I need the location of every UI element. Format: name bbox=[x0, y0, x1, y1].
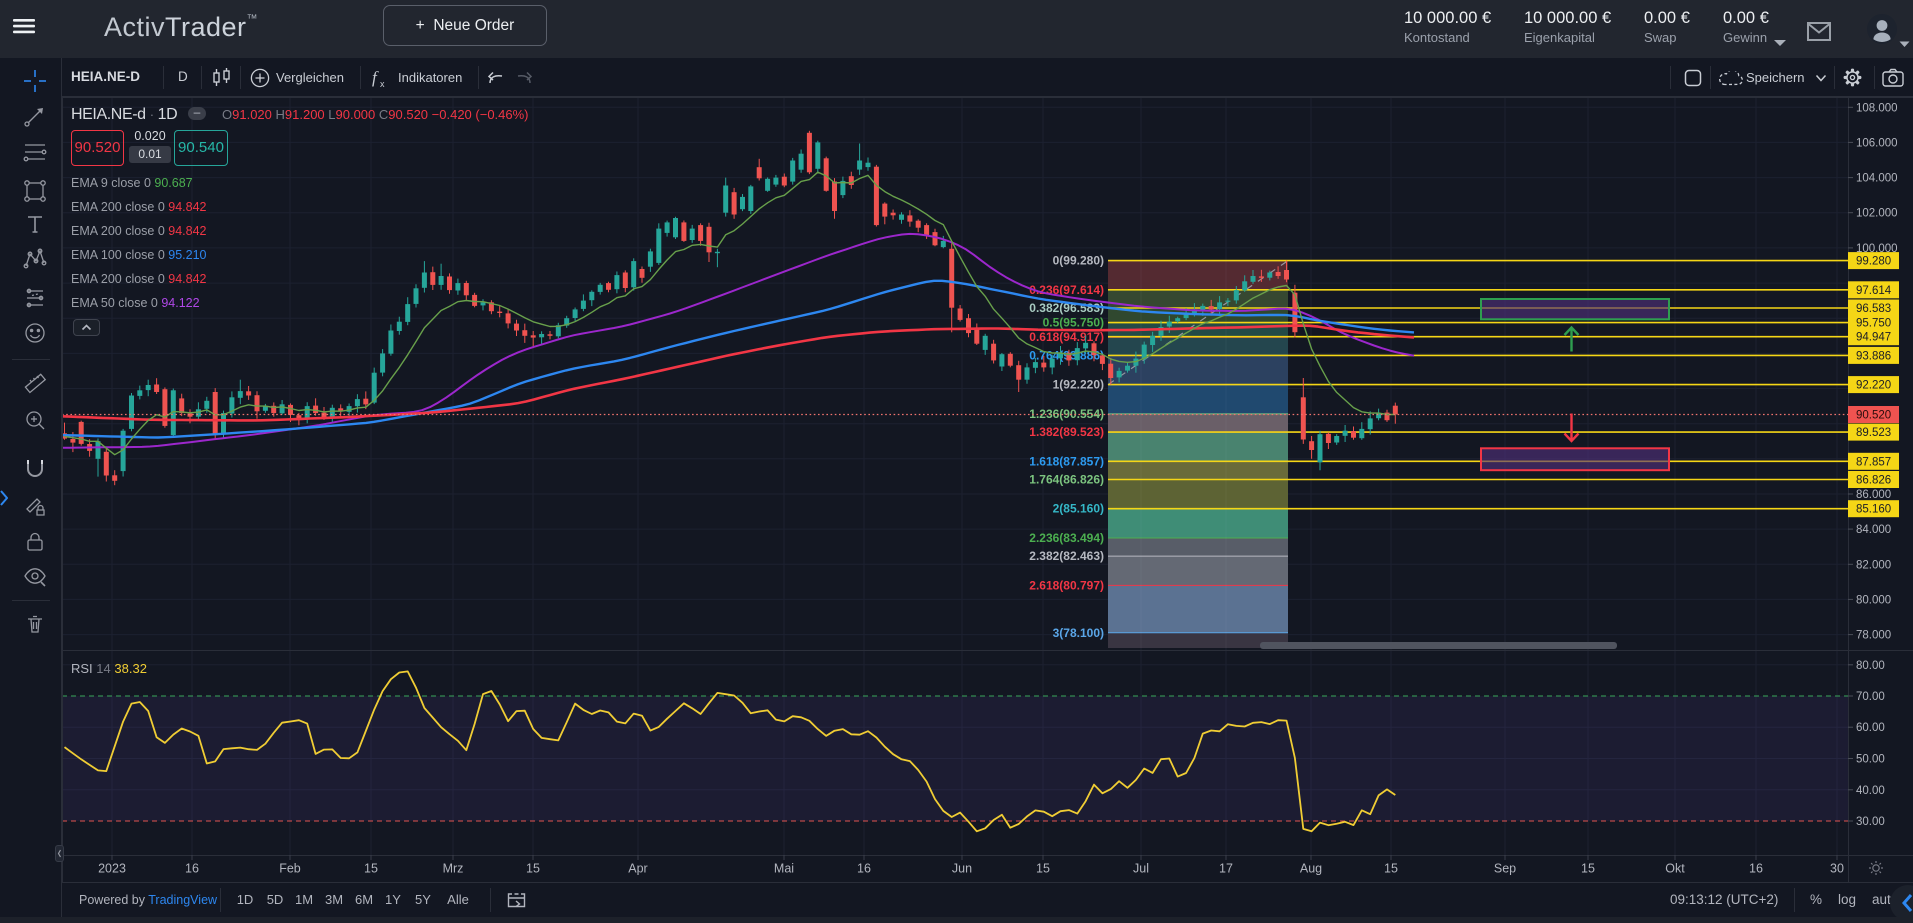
svg-text:90.520: 90.520 bbox=[1856, 410, 1891, 422]
svg-text:f: f bbox=[372, 68, 379, 87]
svg-text:80.000: 80.000 bbox=[1856, 594, 1891, 606]
svg-text:93.886: 93.886 bbox=[1856, 350, 1891, 362]
svg-text:80.00: 80.00 bbox=[1856, 660, 1885, 672]
svg-text:2(85.160): 2(85.160) bbox=[1053, 502, 1104, 516]
svg-text:Feb: Feb bbox=[279, 862, 301, 876]
svg-text:17: 17 bbox=[1219, 862, 1233, 876]
svg-text:1(92.220): 1(92.220) bbox=[1053, 378, 1104, 392]
svg-text:102.000: 102.000 bbox=[1856, 208, 1898, 220]
svg-text:0.5(95.750): 0.5(95.750) bbox=[1043, 316, 1104, 330]
svg-text:70.00: 70.00 bbox=[1856, 691, 1885, 703]
svg-text:50.00: 50.00 bbox=[1856, 754, 1885, 766]
svg-text:89.523: 89.523 bbox=[1856, 427, 1891, 439]
svg-text:1.382(89.523): 1.382(89.523) bbox=[1029, 425, 1104, 439]
svg-text:15: 15 bbox=[526, 862, 540, 876]
svg-text:2.618(80.797): 2.618(80.797) bbox=[1029, 578, 1104, 592]
svg-text:Jul: Jul bbox=[1133, 862, 1149, 876]
svg-text:2.236(83.494): 2.236(83.494) bbox=[1029, 531, 1104, 545]
svg-text:2.382(82.463): 2.382(82.463) bbox=[1029, 549, 1104, 563]
svg-text:16: 16 bbox=[857, 862, 871, 876]
svg-text:87.857: 87.857 bbox=[1856, 456, 1891, 468]
svg-text:92.220: 92.220 bbox=[1856, 380, 1891, 392]
svg-text:0.236(97.614): 0.236(97.614) bbox=[1029, 283, 1104, 297]
svg-text:15: 15 bbox=[364, 862, 378, 876]
svg-text:85.160: 85.160 bbox=[1856, 504, 1891, 516]
svg-text:16: 16 bbox=[1749, 862, 1763, 876]
svg-text:15: 15 bbox=[1036, 862, 1050, 876]
svg-text:30.00: 30.00 bbox=[1856, 816, 1885, 828]
svg-text:84.000: 84.000 bbox=[1856, 524, 1891, 536]
svg-text:x: x bbox=[380, 79, 385, 89]
svg-text:86.000: 86.000 bbox=[1856, 489, 1891, 501]
svg-text:Aug: Aug bbox=[1300, 862, 1322, 876]
svg-text:30: 30 bbox=[1830, 862, 1844, 876]
svg-text:16: 16 bbox=[185, 862, 199, 876]
svg-text:94.947: 94.947 bbox=[1856, 332, 1891, 344]
svg-text:104.000: 104.000 bbox=[1856, 173, 1898, 185]
svg-text:15: 15 bbox=[1384, 862, 1398, 876]
svg-text:3(78.100): 3(78.100) bbox=[1053, 626, 1104, 640]
svg-text:2023: 2023 bbox=[98, 862, 126, 876]
svg-text:0.618(94.917): 0.618(94.917) bbox=[1029, 330, 1104, 344]
svg-text:60.00: 60.00 bbox=[1856, 722, 1885, 734]
svg-text:Mrz: Mrz bbox=[443, 862, 464, 876]
svg-text:Apr: Apr bbox=[628, 862, 647, 876]
svg-text:40.00: 40.00 bbox=[1856, 785, 1885, 797]
svg-text:99.280: 99.280 bbox=[1856, 256, 1891, 268]
svg-text:0(99.280): 0(99.280) bbox=[1053, 254, 1104, 268]
svg-text:15: 15 bbox=[1581, 862, 1595, 876]
svg-text:78.000: 78.000 bbox=[1856, 630, 1891, 642]
svg-text:82.000: 82.000 bbox=[1856, 559, 1891, 571]
svg-text:Mai: Mai bbox=[774, 862, 794, 876]
svg-text:Sep: Sep bbox=[1494, 862, 1516, 876]
svg-text:96.583: 96.583 bbox=[1856, 303, 1891, 315]
svg-text:106.000: 106.000 bbox=[1856, 137, 1898, 149]
svg-text:95.750: 95.750 bbox=[1856, 318, 1891, 330]
svg-text:108.000: 108.000 bbox=[1856, 102, 1898, 114]
svg-text:86.826: 86.826 bbox=[1856, 475, 1891, 487]
svg-text:1.618(87.857): 1.618(87.857) bbox=[1029, 454, 1104, 468]
svg-text:97.614: 97.614 bbox=[1856, 285, 1892, 297]
svg-text:1.764(86.826): 1.764(86.826) bbox=[1029, 473, 1104, 487]
svg-text:Okt: Okt bbox=[1665, 862, 1685, 876]
svg-text:Jun: Jun bbox=[952, 862, 972, 876]
